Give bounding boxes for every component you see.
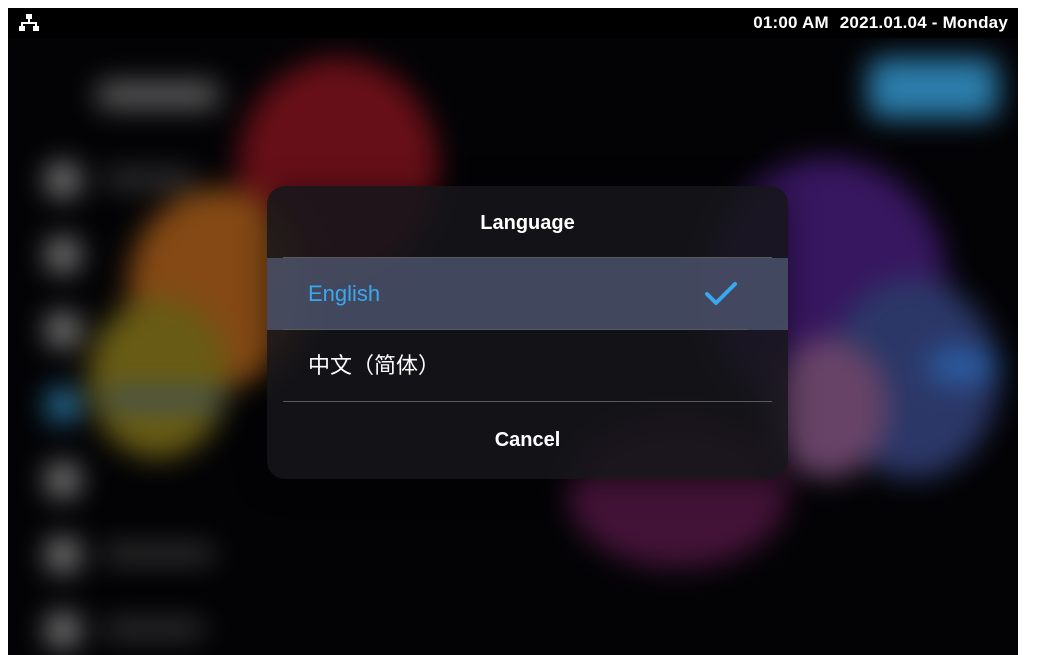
status-date: 2021.01.04 - Monday [839,13,1008,32]
language-dialog: Language English 中文（简体） Cancel [267,186,788,479]
checkmark-icon [705,282,737,305]
cancel-button[interactable]: Cancel [267,402,788,479]
status-time: 01:00 AM [753,13,829,32]
option-label: English [308,281,381,306]
language-option-english[interactable]: English [267,258,788,330]
device-screen: 01:00 AM 2021.01.04 - Monday Language En… [8,8,1018,655]
status-clock: 01:00 AM 2021.01.04 - Monday [747,13,1008,33]
option-label: 中文（简体） [308,353,441,378]
network-icon [19,14,39,31]
status-bar: 01:00 AM 2021.01.04 - Monday [8,8,1018,38]
language-option-chinese[interactable]: 中文（简体） [267,330,788,402]
dialog-title: Language [480,212,575,234]
